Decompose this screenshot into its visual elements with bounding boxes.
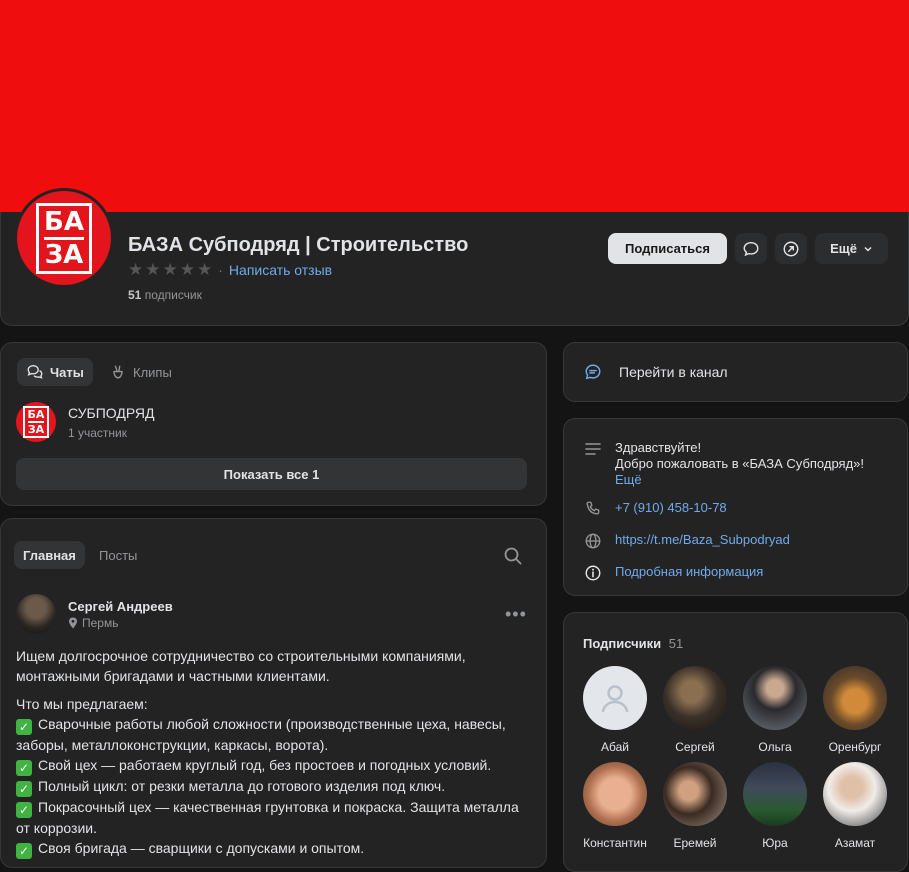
channel-icon [584,363,602,386]
subscribers-count[interactable]: 51 подписчик [128,288,202,302]
post-bullet-list: ✓ Сварочные работы любой сложности (произ… [16,714,526,859]
group-title: БАЗА Субподряд | Строительство [128,234,469,256]
more-dots-icon: ••• [505,604,527,624]
post-bullet: ✓ Своя бригада — сварщики с допусками и о… [16,838,526,859]
subscriber-item[interactable]: Азамат [815,762,895,850]
info-greeting-1: Здравствуйте! [615,440,702,455]
post-bullet: ✓ Свой цех — работаем круглый год, без пр… [16,755,526,776]
star-icon: ★ [197,260,213,279]
show-all-chats-button[interactable]: Показать все 1 [16,458,527,490]
rating-row: ★ ★ ★ ★ ★ · Написать отзыв [128,260,333,279]
chat-bubbles-icon [27,365,43,379]
post-author-avatar[interactable] [16,594,56,634]
subscribe-button[interactable]: Подписаться [608,233,727,264]
chat-avatar[interactable]: БА ЗА [16,402,56,442]
star-icon: ★ [162,260,178,279]
info-more-link[interactable]: Ещё [615,472,864,488]
subscriber-photo [823,762,887,826]
post-location: Пермь [68,616,118,630]
subscriber-item[interactable]: Юра [735,762,815,850]
subscriber-item[interactable]: Ольга [735,666,815,754]
tab-main[interactable]: Главная [14,541,85,569]
check-icon: ✓ [16,843,32,859]
check-icon: ✓ [16,802,32,818]
info-website[interactable]: https://t.me/Baza_Subpodryad [615,532,790,547]
tab-clips[interactable]: Клипы [100,358,181,386]
subscriber-item[interactable]: Константин [575,762,655,850]
share-icon [783,241,799,256]
message-icon [743,241,759,256]
info-website-row: https://t.me/Baza_Subpodryad [584,532,790,550]
clips-icon [113,365,123,379]
subscriber-photo [663,666,727,730]
subscriber-photo [743,762,807,826]
post-author-name[interactable]: Сергей Андреев [68,599,173,614]
info-circle-icon [584,564,602,582]
text-lines-icon [584,440,602,458]
check-icon: ✓ [16,719,32,735]
post-intro: Ищем долгосрочное сотрудничество со стро… [16,648,466,684]
chat-name[interactable]: СУБПОДРЯД [68,405,154,421]
tab-chats[interactable]: Чаты [17,358,93,386]
subscriber-photo [583,762,647,826]
subscriber-item[interactable]: Еремей [655,762,735,850]
post-menu-button[interactable]: ••• [505,604,527,625]
post-offer-heading: Что мы предлагаем: [16,696,148,712]
info-details-row: Подробная информация [584,564,763,582]
subscriber-photo [823,666,887,730]
subscriber-item[interactable]: Оренбург [815,666,895,754]
go-to-channel-label[interactable]: Перейти в канал [619,364,728,380]
globe-icon [584,532,602,550]
post-bullet: ✓ Сварочные работы любой сложности (произ… [16,716,506,753]
star-icon: ★ [128,260,144,279]
group-avatar[interactable]: БА ЗА [14,188,114,288]
tab-posts[interactable]: Посты [90,541,146,569]
post-bullet: ✓ Покрасочный цех — качественная грунтовк… [16,799,519,836]
subscriber-item[interactable]: Сергей [655,666,735,754]
write-review-link[interactable]: Написать отзыв [229,262,332,278]
baza-logo: БА ЗА [22,406,50,438]
more-button[interactable]: Ещё [815,233,888,264]
subscriber-item[interactable]: Абай [575,666,655,754]
star-icon: ★ [145,260,161,279]
check-icon: ✓ [16,760,32,776]
info-phone[interactable]: +7 (910) 458-10-78 [615,500,727,515]
info-details-link[interactable]: Подробная информация [615,564,763,579]
phone-icon [584,500,602,518]
post-bullet: ✓ Полный цикл: от резки металла до готово… [16,776,526,797]
default-user-icon [583,666,647,730]
chat-members: 1 участник [68,426,128,440]
location-pin-icon [69,617,77,629]
search-button[interactable] [503,546,523,571]
cover-image [0,0,909,214]
info-description-row: Здравствуйте! Добро пожаловать в «БАЗА С… [584,440,864,488]
go-to-channel-card[interactable] [563,342,908,402]
baza-logo: БА ЗА [36,202,92,274]
subscribers-header[interactable]: Подписчики 51 [583,636,683,651]
star-icon: ★ [179,260,195,279]
share-button[interactable] [775,233,807,264]
chevron-down-icon [864,246,872,252]
subscriber-photo [663,762,727,826]
subscriber-photo [743,666,807,730]
info-phone-row: +7 (910) 458-10-78 [584,500,727,518]
search-icon [504,547,522,565]
check-icon: ✓ [16,781,32,797]
message-button[interactable] [735,233,767,264]
info-greeting-2: Добро пожаловать в «БАЗА Субподряд»! [615,456,865,471]
